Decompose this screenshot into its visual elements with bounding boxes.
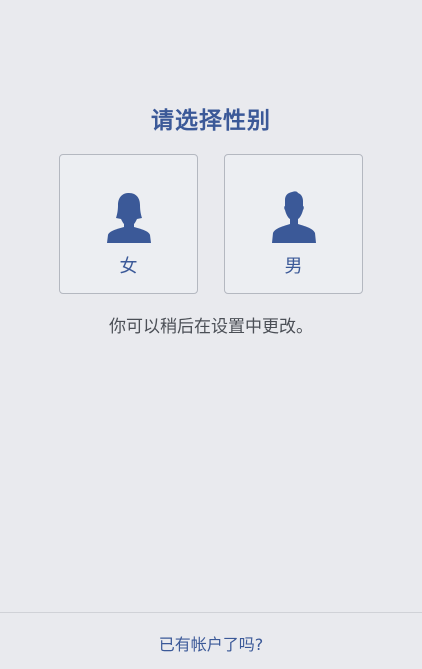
footer-divider: [0, 612, 422, 613]
female-option-card[interactable]: 女: [59, 154, 198, 294]
hint-text: 你可以稍后在设置中更改。: [109, 317, 313, 337]
page-title: 请选择性别: [151, 108, 271, 134]
male-option-card[interactable]: 男: [224, 154, 363, 294]
existing-account-link[interactable]: 已有帐户了吗?: [0, 631, 422, 655]
male-avatar-icon: [272, 191, 316, 243]
female-label: 女: [119, 256, 138, 277]
female-avatar-icon: [107, 193, 151, 243]
male-label: 男: [284, 256, 303, 277]
